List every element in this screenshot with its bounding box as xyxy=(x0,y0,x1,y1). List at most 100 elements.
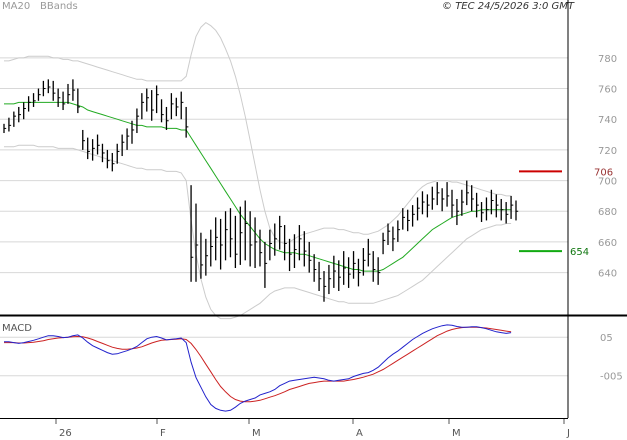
macd-panel xyxy=(4,324,512,412)
price-bar xyxy=(397,220,401,242)
price-bar xyxy=(42,80,46,97)
price-bar xyxy=(146,88,149,112)
price-bar xyxy=(165,106,169,130)
price-bar xyxy=(87,137,90,160)
price-bar xyxy=(407,209,410,232)
price-bar xyxy=(343,251,346,285)
macd-y-tick-label: 05 xyxy=(600,333,613,344)
price-bar xyxy=(308,241,312,273)
price-bar xyxy=(175,97,179,117)
price-bar xyxy=(510,195,514,219)
price-bar xyxy=(195,203,199,282)
price-bar xyxy=(8,117,12,132)
price-bar xyxy=(382,232,386,255)
y-tick-label: 640 xyxy=(598,269,617,280)
price-bar xyxy=(101,143,105,163)
price-bar xyxy=(411,205,415,227)
price-bar xyxy=(279,215,282,250)
copyright-text: © TEC 24/5/2026 3:0 GMT xyxy=(442,1,575,12)
price-bar xyxy=(126,128,130,150)
x-tick-label: 26 xyxy=(59,428,72,439)
price-bar xyxy=(269,229,273,261)
price-bar xyxy=(141,93,145,120)
price-bar xyxy=(372,251,376,282)
price-bar xyxy=(249,211,253,267)
price-bar xyxy=(293,234,297,268)
price-bar xyxy=(254,217,258,268)
macd-signal-line xyxy=(4,326,512,403)
price-bar xyxy=(357,258,361,287)
legend-ma20: MA20 xyxy=(2,1,30,12)
macd-line xyxy=(4,324,512,412)
ma20-line xyxy=(4,101,512,272)
y-tick-label: 720 xyxy=(598,146,617,157)
price-bar xyxy=(23,102,26,120)
price-bar xyxy=(224,211,228,261)
y-tick-label: 660 xyxy=(598,238,617,249)
y-tick-label: 740 xyxy=(598,115,617,126)
macd-title: MACD xyxy=(2,323,32,334)
price-bar xyxy=(215,217,218,261)
price-bars xyxy=(3,79,519,302)
price-bar xyxy=(170,93,174,120)
legend-bbands: BBands xyxy=(40,1,78,12)
price-bar xyxy=(3,123,7,134)
price-bar xyxy=(333,255,337,288)
price-bar xyxy=(111,152,115,172)
price-bar xyxy=(461,189,465,216)
price-bar xyxy=(426,194,430,218)
price-bar xyxy=(475,192,479,218)
price-bar xyxy=(298,225,302,261)
price-bar xyxy=(200,232,204,279)
price-bar xyxy=(259,229,263,267)
price-bar xyxy=(77,88,81,114)
price-bar xyxy=(219,218,223,270)
price-bar xyxy=(318,261,322,291)
price-bar xyxy=(441,188,445,212)
price-bar xyxy=(495,194,499,218)
y-tick-label: 700 xyxy=(598,177,617,188)
x-tick-label: A xyxy=(356,428,363,439)
support-level-label: 654 xyxy=(570,247,589,258)
price-bar xyxy=(136,108,140,134)
price-bar xyxy=(416,197,420,221)
chart-frame xyxy=(0,0,627,424)
price-bar xyxy=(27,96,31,112)
price-bar xyxy=(18,106,21,123)
y-tick-label: 760 xyxy=(598,85,617,96)
price-bar xyxy=(352,251,356,279)
price-bar xyxy=(288,238,292,272)
price-bar xyxy=(37,88,41,101)
price-bar xyxy=(264,241,268,288)
price-bar xyxy=(303,231,307,267)
price-bar xyxy=(205,238,209,276)
price-bar xyxy=(471,185,474,212)
price-bar xyxy=(451,189,455,218)
price-bar xyxy=(210,229,213,267)
x-tick-label: M xyxy=(252,428,261,439)
price-bar xyxy=(67,83,71,104)
price-chart: 706654 64066068070072074076078005-00526 F… xyxy=(0,0,627,439)
price-bar xyxy=(436,182,440,206)
price-bar xyxy=(62,91,66,111)
price-bar xyxy=(505,202,509,224)
price-bar xyxy=(431,186,435,210)
bband-upper-line xyxy=(4,21,512,245)
price-bar xyxy=(328,264,332,295)
price-bar xyxy=(116,143,120,164)
macd-y-tick-label: -005 xyxy=(600,372,623,383)
price-bar xyxy=(229,208,233,258)
price-bar xyxy=(480,202,484,222)
x-tick-label: M xyxy=(452,428,461,439)
price-bar xyxy=(515,200,519,221)
price-bar xyxy=(72,79,76,101)
ma20-line xyxy=(4,101,512,272)
price-bar xyxy=(500,198,504,221)
price-bar xyxy=(151,90,154,121)
price-bar xyxy=(367,238,371,267)
price-bar xyxy=(47,79,51,94)
x-tick-label: J xyxy=(566,428,570,439)
price-bar xyxy=(96,134,100,155)
price-bar xyxy=(485,197,489,221)
price-bar xyxy=(244,200,248,261)
